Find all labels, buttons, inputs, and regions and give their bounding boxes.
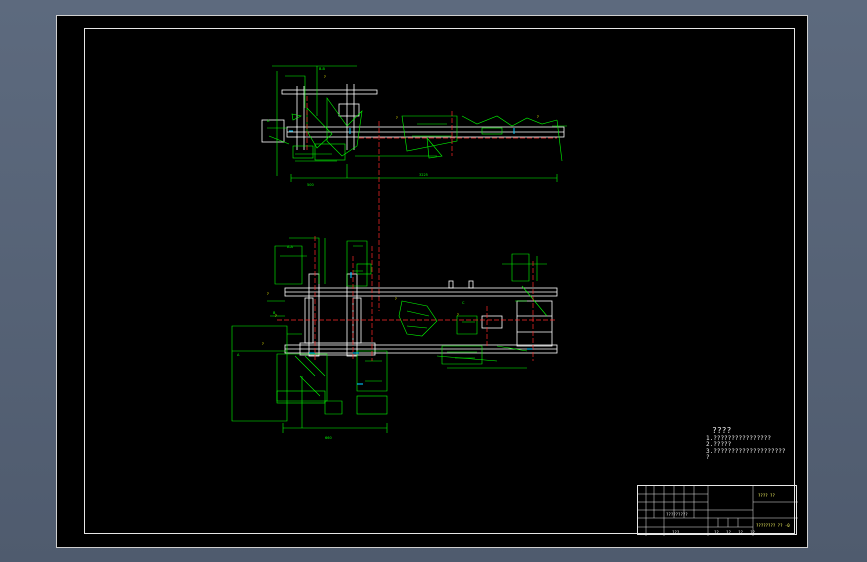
drawing-number: ???????? ?? -0: [756, 523, 790, 528]
svg-text:A: A: [267, 119, 270, 123]
front-view: 660 A B A-A C ? ? ? ? ?: [231, 236, 558, 440]
title-block: ???? ?? ???????? ?? -0 ????????? ?? ?? ?…: [637, 485, 798, 536]
svg-text:?: ?: [396, 116, 398, 120]
cad-viewport[interactable]: 500 3225 B-B A ? ? ? 660 A B A-A C ? ? ?…: [0, 0, 867, 562]
title-block-cell: ?? ?? ?? ??: [714, 530, 755, 535]
svg-text:?: ?: [457, 313, 459, 317]
svg-text:?: ?: [275, 314, 277, 318]
svg-text:660: 660: [325, 436, 332, 440]
notes-line: ?: [706, 454, 710, 461]
svg-text:3225: 3225: [419, 173, 428, 177]
svg-text:A-A: A-A: [287, 245, 294, 249]
notes-title: ????: [712, 426, 732, 435]
svg-text:C: C: [462, 301, 465, 305]
title-block-cell: ?????????: [666, 512, 688, 517]
svg-text:?: ?: [262, 342, 264, 346]
cad-drawing-canvas[interactable]: 500 3225 B-B A ? ? ? 660 A B A-A C ? ? ?…: [57, 16, 809, 549]
svg-text:?: ?: [395, 297, 397, 301]
svg-text:?: ?: [267, 292, 269, 296]
svg-text:B-B: B-B: [319, 67, 326, 71]
svg-text:500: 500: [307, 183, 314, 187]
title-block-cell: ???: [672, 530, 680, 535]
drawing-sheet: 500 3225 B-B A ? ? ? 660 A B A-A C ? ? ?…: [56, 15, 808, 548]
svg-text:?: ?: [537, 115, 539, 119]
drawing-name: ???? ??: [758, 493, 775, 498]
svg-text:?: ?: [324, 75, 326, 79]
svg-text:A: A: [237, 353, 240, 357]
top-view: 500 3225 B-B A ? ? ?: [261, 65, 567, 311]
technical-requirements-notes: ???? 1.???????????????? 2.????? 3.??????…: [706, 426, 786, 462]
notes-line: 3.????????????????????: [706, 447, 786, 455]
